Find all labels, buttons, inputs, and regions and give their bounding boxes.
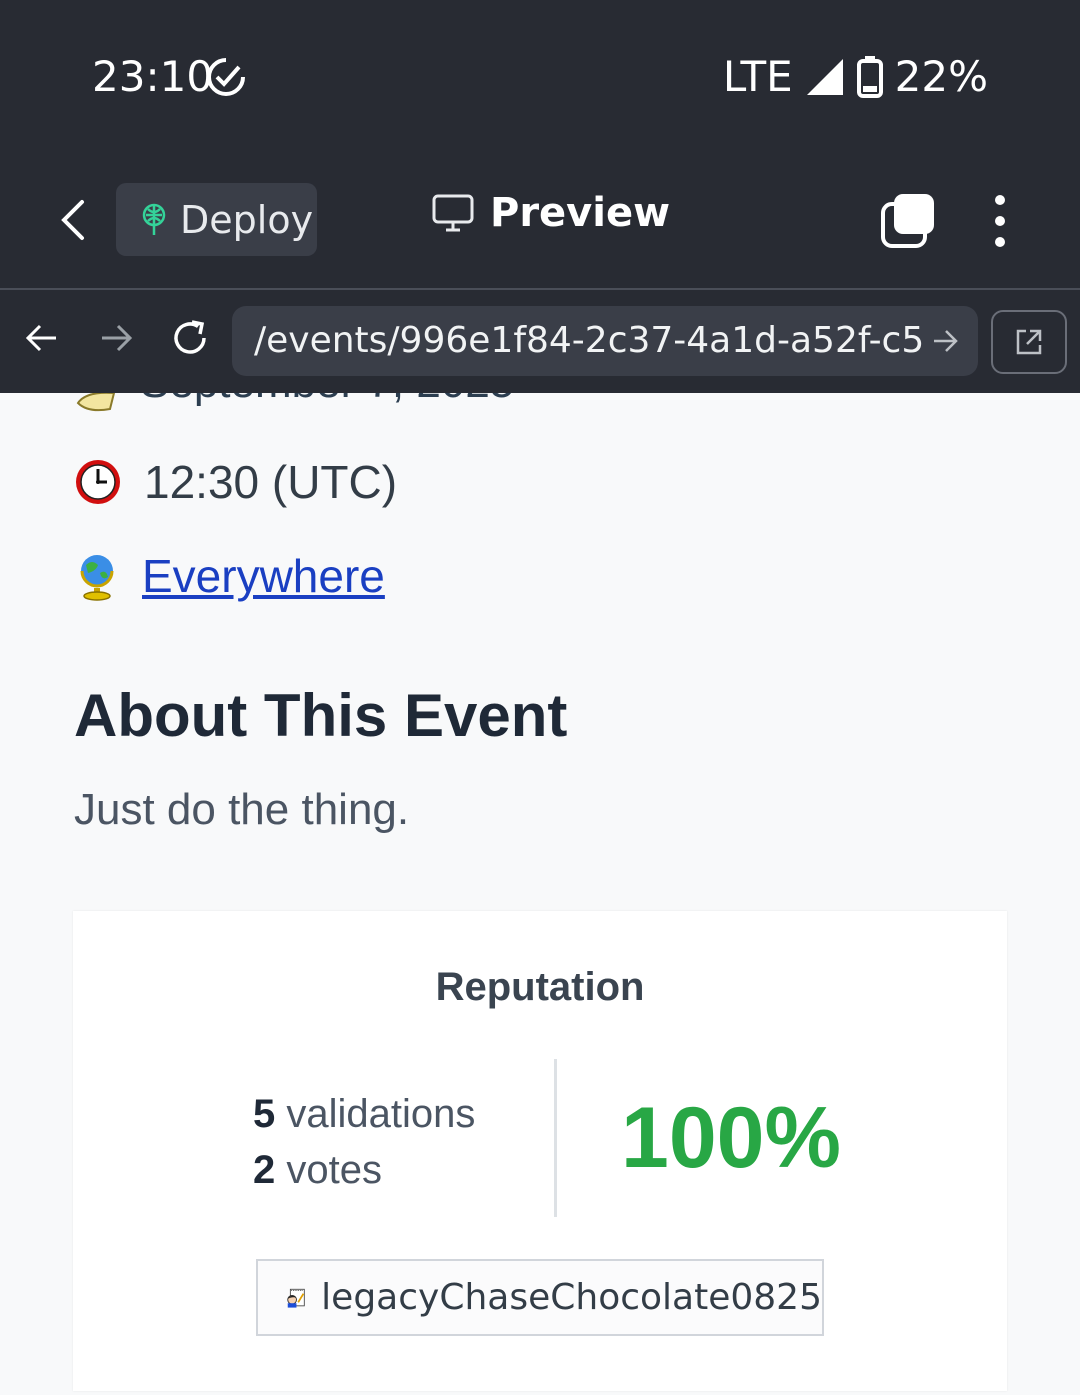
status-indicators: LTE 22% bbox=[723, 52, 988, 101]
about-heading: About This Event bbox=[74, 682, 568, 749]
clock-icon bbox=[76, 460, 120, 504]
event-time-row: 12:30 (UTC) bbox=[74, 455, 397, 509]
check-circle-icon bbox=[207, 58, 245, 96]
reputation-percentage: 100% bbox=[621, 1090, 841, 1186]
signal-icon bbox=[806, 58, 843, 95]
preview-title: Preview bbox=[432, 190, 670, 236]
event-location-row: Everywhere bbox=[74, 549, 385, 603]
deploy-label: Deploy bbox=[180, 197, 314, 242]
url-text: /events/996e1f84-2c37-4a1d-a52f-c5c6 bbox=[254, 320, 926, 361]
event-date-row: September 7, 2025 bbox=[74, 393, 514, 413]
about-description: Just do the thing. bbox=[74, 785, 410, 834]
validations-label: validations bbox=[286, 1092, 476, 1136]
user-avatar-icon bbox=[287, 1288, 305, 1308]
back-chevron-icon[interactable] bbox=[56, 198, 92, 242]
page-content: September 7, 2025 12:30 (UTC) Everywhere… bbox=[0, 393, 1080, 1395]
deploy-button[interactable]: Deploy bbox=[116, 183, 317, 256]
url-field[interactable]: /events/996e1f84-2c37-4a1d-a52f-c5c6 bbox=[232, 306, 978, 376]
more-vert-icon[interactable] bbox=[988, 194, 1012, 248]
status-time: 23:10 bbox=[92, 52, 214, 101]
deploy-icon bbox=[142, 203, 166, 235]
username: legacyChaseChocolate0825 bbox=[321, 1277, 822, 1318]
nav-forward-icon[interactable] bbox=[98, 320, 134, 356]
reputation-stats: 5 validations 2 votes bbox=[253, 1086, 475, 1198]
user-chip[interactable]: legacyChaseChocolate0825 bbox=[256, 1259, 824, 1336]
tabs-icon[interactable] bbox=[880, 192, 936, 248]
validations-count: 5 bbox=[253, 1092, 276, 1136]
url-bar: /events/996e1f84-2c37-4a1d-a52f-c5c6 bbox=[0, 288, 1080, 393]
battery-icon bbox=[856, 55, 883, 98]
event-time: 12:30 (UTC) bbox=[144, 456, 398, 508]
open-external-button[interactable] bbox=[991, 310, 1067, 374]
calendar-icon bbox=[76, 393, 116, 412]
votes-line: 2 votes bbox=[253, 1142, 475, 1198]
reputation-card: Reputation 5 validations 2 votes 100% le… bbox=[73, 911, 1007, 1391]
network-type: LTE bbox=[722, 52, 793, 101]
validations-line: 5 validations bbox=[253, 1086, 475, 1142]
votes-count: 2 bbox=[253, 1148, 276, 1192]
event-location-link[interactable]: Everywhere bbox=[142, 549, 385, 603]
reputation-heading: Reputation bbox=[435, 965, 645, 1009]
stats-divider bbox=[554, 1059, 557, 1217]
event-date: September 7, 2025 bbox=[140, 393, 514, 408]
app-toolbar: Deploy Preview bbox=[0, 150, 1080, 290]
votes-label: votes bbox=[286, 1148, 382, 1192]
nav-back-icon[interactable] bbox=[24, 320, 60, 356]
go-arrow-icon[interactable] bbox=[932, 326, 960, 356]
battery-level: 22% bbox=[894, 52, 988, 101]
status-bar: 23:10 LTE 22% bbox=[0, 0, 1080, 150]
reload-icon[interactable] bbox=[170, 318, 210, 358]
open-external-icon bbox=[1016, 329, 1042, 355]
preview-label: Preview bbox=[490, 190, 671, 236]
globe-icon bbox=[80, 555, 114, 601]
monitor-icon bbox=[432, 194, 474, 232]
